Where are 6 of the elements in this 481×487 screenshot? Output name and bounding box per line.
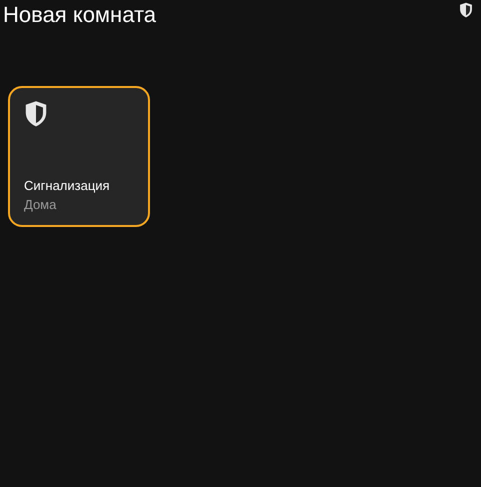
room-title: Новая комната (3, 1, 156, 29)
shield-icon (459, 2, 473, 18)
shield-icon (24, 100, 48, 128)
tile-name: Сигнализация (24, 177, 111, 195)
alarm-tile[interactable]: Сигнализация Дома (8, 86, 150, 227)
tile-state: Дома (24, 196, 58, 214)
